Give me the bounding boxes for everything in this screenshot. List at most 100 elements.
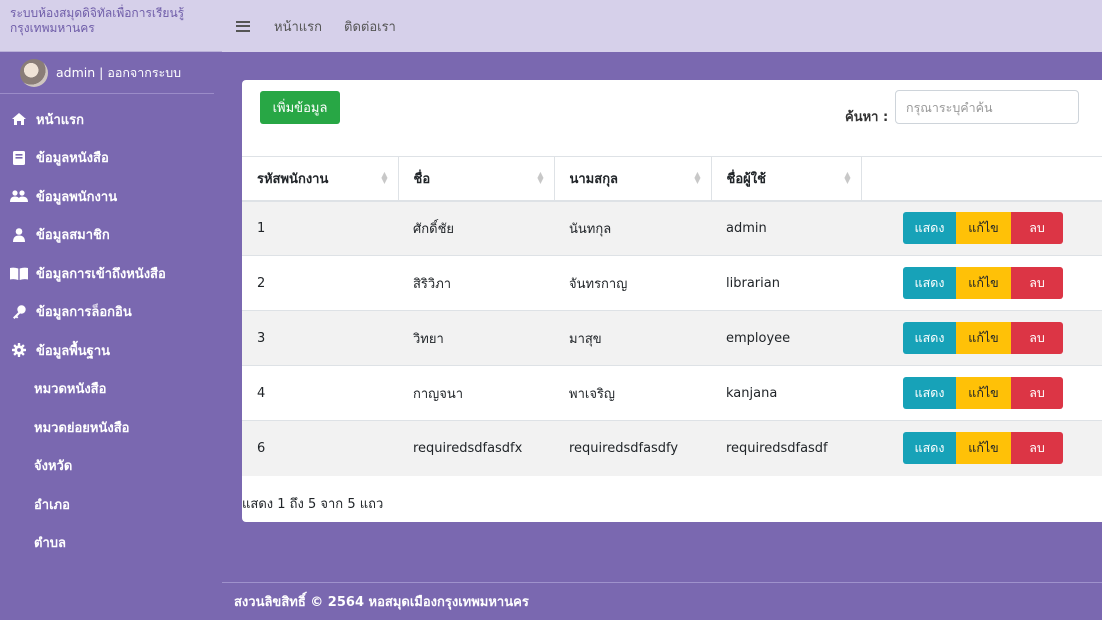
sidebar-item-login-log[interactable]: ข้อมูลการล็อกอิน (0, 293, 222, 332)
cell-last-name: มาสุข (554, 310, 711, 366)
search-label: ค้นหา : (845, 110, 889, 125)
top-link-contact[interactable]: ติดต่อเรา (344, 16, 396, 37)
sidebar-subitem-district[interactable]: อำเภอ (0, 485, 222, 524)
delete-button[interactable]: ลบ (1011, 432, 1063, 465)
column-header-last-name[interactable]: นามสกุล ▲ ▼ (554, 156, 712, 202)
sidebar-item-book-access[interactable]: ข้อมูลการเข้าถึงหนังสือ (0, 254, 222, 293)
key-icon (10, 304, 28, 320)
show-button[interactable]: แสดง (903, 432, 956, 465)
sidebar-item-employees[interactable]: ข้อมูลพนักงาน (0, 177, 222, 216)
column-header-username[interactable]: ชื่อผู้ใช้ ▲ ▼ (711, 156, 862, 202)
table-row: 2 สิริวิภา จันทรกาญ librarian แสดง แก้ไข… (242, 255, 1102, 311)
sidebar-item-label: ข้อมูลพนักงาน (36, 189, 118, 205)
sidebar-subitem-label: หมวดหนังสือ (34, 382, 107, 398)
cell-last-name: จันทรกาญ (554, 255, 711, 311)
sidebar-item-label: ข้อมูลการล็อกอิน (36, 305, 132, 321)
column-header-employee-id[interactable]: รหัสพนักงาน ▲ ▼ (242, 156, 399, 202)
sidebar-subitem-label: อำเภอ (34, 497, 70, 513)
sidebar-item-label: ข้อมูลการเข้าถึงหนังสือ (36, 266, 166, 282)
show-button[interactable]: แสดง (903, 377, 956, 409)
user-panel: admin | ออกจากระบบ (0, 52, 214, 94)
cell-employee-id: 1 (242, 200, 398, 256)
cell-first-name: สิริวิภา (398, 255, 554, 311)
sidebar-subitem-book-category[interactable]: หมวดหนังสือ (0, 370, 222, 409)
cell-username: employee (711, 310, 861, 366)
cell-actions: แสดง แก้ไข ลบ (861, 255, 1102, 311)
cell-username: kanjana (711, 365, 861, 421)
brand-title[interactable]: ระบบห้องสมุดดิจิทัลเพื่อการเรียนรู้ กรุง… (0, 0, 222, 52)
cell-employee-id: 6 (242, 420, 398, 476)
users-icon (10, 188, 28, 204)
footer-copyright: สงวนลิขสิทธิ์ © 2564 หอสมุดเมืองกรุงเทพม… (234, 595, 529, 610)
user-icon (10, 227, 28, 243)
cell-employee-id: 3 (242, 310, 398, 366)
edit-button[interactable]: แก้ไข (956, 432, 1011, 465)
column-header-actions (861, 156, 1102, 202)
sidebar-subitem-label: ตำบล (34, 536, 66, 552)
sidebar-subitem-subdistrict[interactable]: ตำบล (0, 524, 222, 563)
sidebar: ระบบห้องสมุดดิจิทัลเพื่อการเรียนรู้ กรุง… (0, 0, 222, 620)
show-button[interactable]: แสดง (903, 267, 956, 299)
cell-username: requiredsdfasdf (711, 420, 861, 476)
avatar (20, 58, 48, 87)
show-button[interactable]: แสดง (903, 322, 956, 354)
cell-first-name: กาญจนา (398, 365, 554, 421)
sort-icon: ▲ ▼ (381, 170, 388, 185)
cell-actions: แสดง แก้ไข ลบ (861, 365, 1102, 421)
table-header-row: รหัสพนักงาน ▲ ▼ ชื่อ ▲ ▼ นามสกุล ▲ ▼ ชื่อผู้ใช… (242, 156, 1102, 202)
cell-actions: แสดง แก้ไข ลบ (861, 200, 1102, 256)
sidebar-item-label: หน้าแรก (36, 112, 84, 128)
top-link-home[interactable]: หน้าแรก (274, 16, 322, 37)
top-navbar: หน้าแรก ติดต่อเรา (222, 0, 1102, 52)
cell-first-name: วิทยา (398, 310, 554, 366)
cell-last-name: พาเจริญ (554, 365, 711, 421)
cell-last-name: นันทกุล (554, 200, 711, 256)
book-icon (10, 150, 28, 166)
cell-actions: แสดง แก้ไข ลบ (861, 310, 1102, 366)
cell-first-name: ศักดิ์ชัย (398, 200, 554, 256)
sidebar-subitem-province[interactable]: จังหวัด (0, 447, 222, 486)
sidebar-item-label: ข้อมูลหนังสือ (36, 151, 109, 167)
sort-icon: ▲ ▼ (537, 170, 544, 185)
sidebar-item-label: ข้อมูลสมาชิก (36, 228, 110, 244)
sidebar-nav: หน้าแรก ข้อมูลหนังสือ ข้อมูลพนักงาน ข้อม… (0, 94, 222, 562)
cell-username: librarian (711, 255, 861, 311)
user-logout-link[interactable]: admin | ออกจากระบบ (56, 63, 181, 83)
sort-icon: ▲ ▼ (844, 170, 851, 185)
edit-button[interactable]: แก้ไข (956, 212, 1011, 245)
delete-button[interactable]: ลบ (1011, 267, 1063, 299)
edit-button[interactable]: แก้ไข (956, 377, 1011, 409)
book-open-icon (10, 265, 28, 281)
cell-last-name: requiredsdfasdfy (554, 420, 711, 476)
cell-username: admin (711, 200, 861, 256)
cell-employee-id: 2 (242, 255, 398, 311)
menu-toggle-icon[interactable] (236, 20, 250, 32)
gear-icon (10, 342, 28, 358)
footer: สงวนลิขสิทธิ์ © 2564 หอสมุดเมืองกรุงเทพม… (222, 582, 1102, 620)
delete-button[interactable]: ลบ (1011, 212, 1063, 245)
sidebar-item-label: ข้อมูลพื้นฐาน (36, 343, 111, 359)
content-card: เพิ่มข้อมูล ค้นหา : รหัสพนักงาน▲▼ ชื่อ▲▼… (242, 80, 1102, 522)
add-button[interactable]: เพิ่มข้อมูล (260, 91, 340, 124)
sidebar-subitem-label: จังหวัด (34, 459, 73, 475)
edit-button[interactable]: แก้ไข (956, 322, 1011, 354)
table-row: 1 ศักดิ์ชัย นันทกุล admin แสดง แก้ไข ลบ (242, 200, 1102, 256)
employee-table: รหัสพนักงาน ▲ ▼ ชื่อ ▲ ▼ นามสกุล ▲ ▼ ชื่อผู้ใช… (242, 156, 1102, 476)
home-icon (10, 111, 28, 127)
cell-first-name: requiredsdfasdfx (398, 420, 554, 476)
delete-button[interactable]: ลบ (1011, 322, 1063, 354)
cell-actions: แสดง แก้ไข ลบ (861, 420, 1102, 476)
search-input[interactable] (895, 90, 1079, 124)
table-info: แสดง 1 ถึง 5 จาก 5 แถว (242, 497, 384, 512)
sidebar-item-master-data[interactable]: ข้อมูลพื้นฐาน (0, 331, 222, 370)
delete-button[interactable]: ลบ (1011, 377, 1063, 409)
sidebar-subitem-book-subcategory[interactable]: หมวดย่อยหนังสือ (0, 408, 222, 447)
edit-button[interactable]: แก้ไข (956, 267, 1011, 299)
sidebar-item-home[interactable]: หน้าแรก (0, 100, 222, 139)
column-header-first-name[interactable]: ชื่อ ▲ ▼ (398, 156, 555, 202)
table-row: 6 requiredsdfasdfx requiredsdfasdfy requ… (242, 420, 1102, 476)
sidebar-item-members[interactable]: ข้อมูลสมาชิก (0, 216, 222, 255)
show-button[interactable]: แสดง (903, 212, 956, 245)
sidebar-item-books[interactable]: ข้อมูลหนังสือ (0, 139, 222, 178)
sidebar-subitem-label: หมวดย่อยหนังสือ (34, 420, 130, 436)
